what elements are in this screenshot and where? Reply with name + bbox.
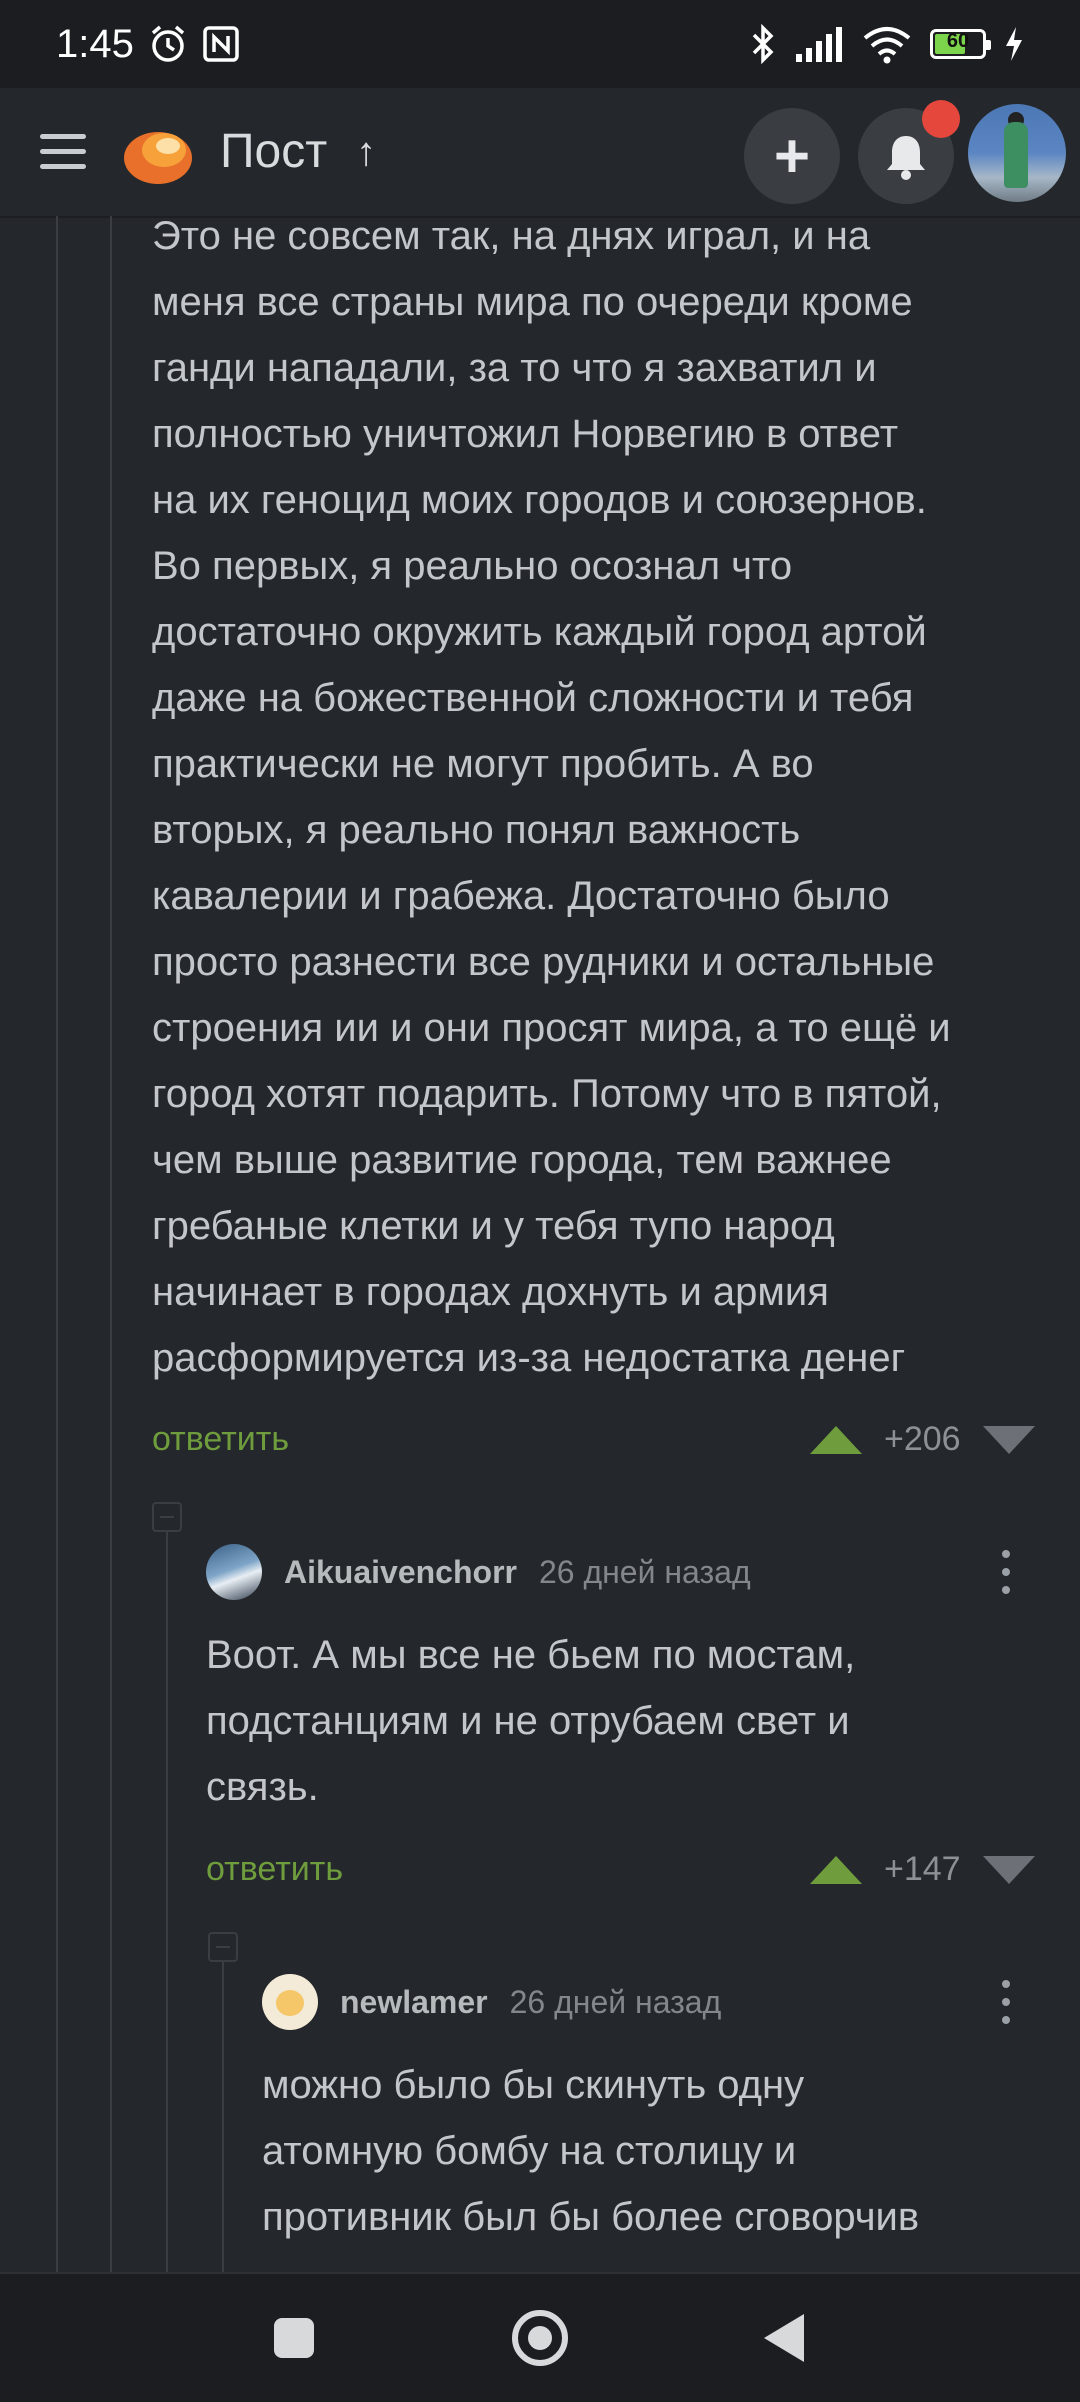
comment-text: Это не совсем так, на днях играл, и на м…	[152, 214, 951, 1380]
home-button[interactable]	[512, 2310, 568, 2366]
author-name[interactable]: Aikuaivenchorr	[284, 1554, 517, 1591]
comment-header: Aikuaivenchorr 26 дней назад	[206, 1544, 751, 1600]
signal-icon	[796, 27, 842, 62]
user-avatar[interactable]	[968, 104, 1066, 202]
status-time: 1:45	[56, 21, 134, 66]
thread-line[interactable]	[166, 1532, 168, 2272]
comment-time: 26 дней назад	[538, 1553, 751, 1590]
pikabu-logo[interactable]	[120, 116, 196, 188]
downvote-icon[interactable]	[982, 1425, 1035, 1454]
rating: +147	[884, 1850, 961, 1888]
bluetooth-icon	[752, 24, 774, 64]
downvote-icon[interactable]	[982, 1855, 1035, 1884]
bell-icon	[887, 136, 925, 180]
vote-block: +206	[810, 1420, 1035, 1459]
thread-line[interactable]	[222, 1962, 224, 2272]
reply-button[interactable]: ответить	[152, 1420, 289, 1459]
more-options-icon[interactable]	[1002, 1550, 1012, 1604]
wifi-icon	[863, 27, 911, 64]
more-options-icon[interactable]	[1002, 1980, 1012, 2034]
comment-text: Воот. А мы все не бьем по мостам, подста…	[206, 1633, 856, 1809]
app-bar: Пост ↑ +	[0, 88, 1080, 216]
arrow-up-icon[interactable]: ↑	[356, 130, 376, 175]
recents-button[interactable]	[274, 2318, 314, 2358]
author-avatar[interactable]	[206, 1544, 262, 1600]
notification-badge	[922, 100, 960, 138]
vote-block: +147	[810, 1850, 1035, 1889]
menu-icon[interactable]	[40, 134, 86, 179]
collapse-thread-button[interactable]	[208, 1932, 238, 1962]
author-avatar[interactable]	[262, 1974, 318, 2030]
comment-time: 26 дней назад	[509, 1983, 722, 2020]
nfc-icon	[203, 26, 239, 62]
upvote-icon[interactable]	[810, 1855, 862, 1884]
collapse-thread-button[interactable]	[152, 1502, 182, 1532]
upvote-icon[interactable]	[810, 1425, 862, 1454]
charging-icon	[1006, 27, 1022, 61]
rating: +206	[884, 1420, 961, 1458]
back-button[interactable]	[764, 2314, 804, 2362]
status-bar: 1:45 60	[0, 0, 1080, 88]
comment-text: можно было бы скинуть одну атомную бомбу…	[262, 2063, 920, 2239]
thread-line[interactable]	[56, 216, 58, 2272]
thread-line[interactable]	[110, 216, 112, 2272]
battery-icon: 60	[930, 29, 991, 59]
system-navigation-bar	[0, 2272, 1080, 2402]
battery-level: 60	[946, 30, 970, 52]
alarm-icon	[151, 25, 184, 62]
add-post-button[interactable]: +	[744, 108, 840, 204]
reply-button[interactable]: ответить	[206, 1850, 343, 1889]
author-name[interactable]: newlamer	[340, 1984, 488, 2021]
comment-header: newlamer 26 дней назад	[262, 1974, 721, 2030]
page-title: Пост	[220, 125, 328, 178]
